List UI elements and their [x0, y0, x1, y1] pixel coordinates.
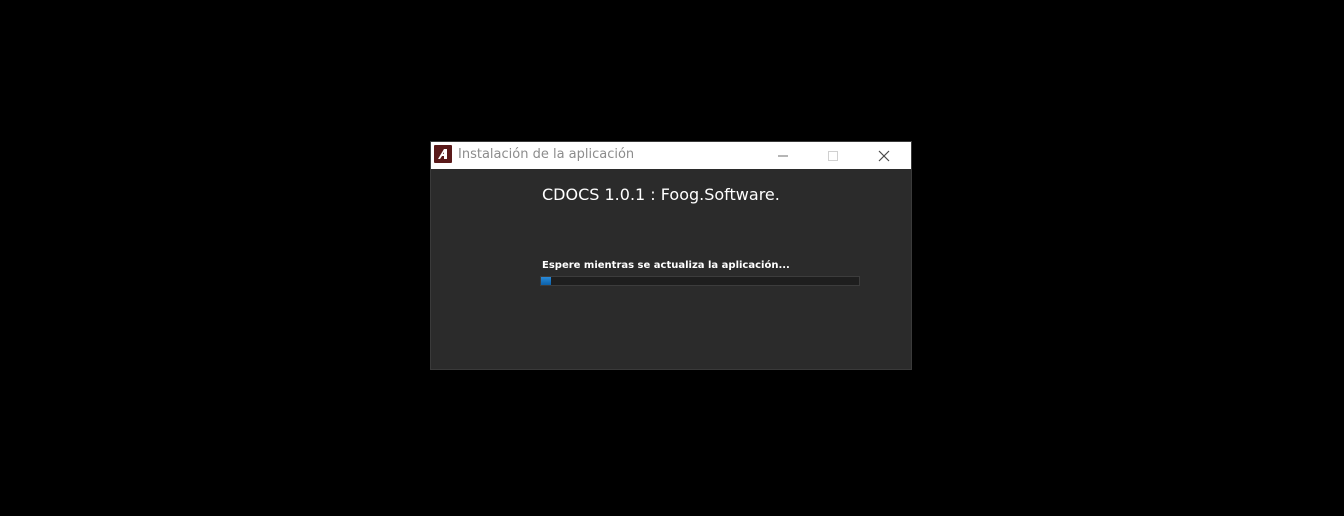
close-icon [878, 150, 890, 161]
installer-window: Instalación de la aplicación CDOCS 1.0.1… [430, 141, 912, 370]
title-bar[interactable]: Instalación de la aplicación [431, 142, 911, 169]
close-button[interactable] [861, 142, 907, 169]
app-title: CDOCS 1.0.1 : Foog.Software. [542, 185, 780, 204]
minimize-button[interactable] [760, 142, 806, 169]
maximize-button[interactable] [810, 142, 856, 169]
maximize-icon [828, 150, 838, 161]
minimize-icon [778, 155, 788, 156]
window-title: Instalación de la aplicación [458, 147, 635, 162]
status-message: Espere mientras se actualiza la aplicaci… [542, 260, 790, 271]
progress-bar-fill [541, 277, 551, 285]
app-logo-icon [434, 145, 452, 163]
update-progress-bar [540, 276, 860, 286]
